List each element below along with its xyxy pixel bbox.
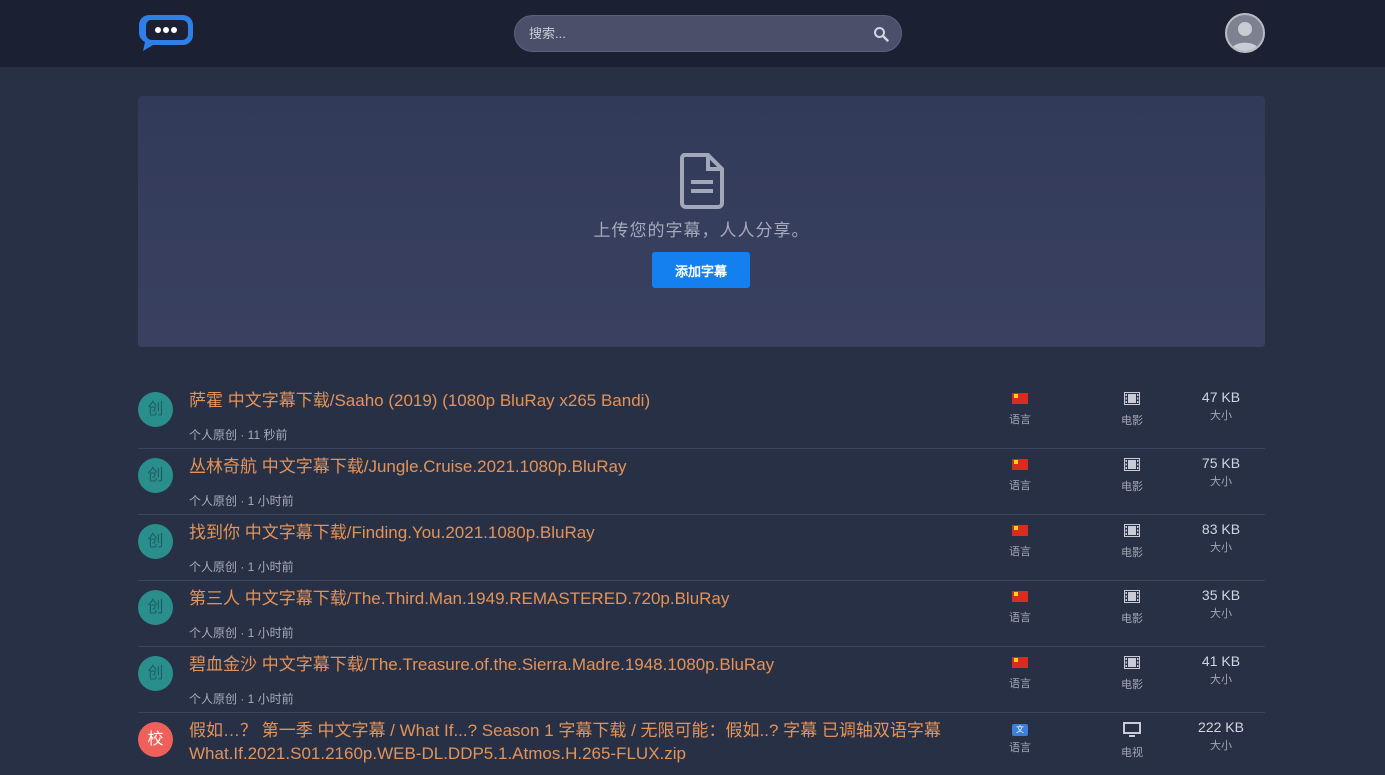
hero-message: 上传您的字幕，人人分享。 bbox=[593, 221, 810, 240]
size-label: 大小 bbox=[1210, 410, 1232, 422]
language-column: 语言 bbox=[1000, 521, 1040, 559]
file-size: 222 KB bbox=[1198, 719, 1244, 735]
file-size: 47 KB bbox=[1201, 389, 1241, 405]
size-column: 35 KB 大小 bbox=[1186, 587, 1256, 621]
type-column: 电影 bbox=[1112, 521, 1152, 560]
file-size: 75 KB bbox=[1201, 455, 1241, 471]
language-label: 语言 bbox=[1009, 678, 1031, 690]
type-label: 电影 bbox=[1121, 613, 1143, 625]
original-badge: 创 bbox=[138, 656, 173, 691]
subtitle-row: 创 碧血金沙 中文字幕下载/The.Treasure.of.the.Sierra… bbox=[138, 647, 1265, 713]
upload-hero-panel: 上传您的字幕，人人分享。 添加字幕 bbox=[138, 96, 1265, 347]
original-badge: 创 bbox=[138, 392, 173, 427]
subtitle-meta: 个人原创 · 11 秒前 bbox=[189, 428, 288, 442]
film-icon bbox=[1124, 524, 1140, 537]
type-label: 电影 bbox=[1121, 547, 1143, 559]
subtitle-title-link[interactable]: 假如…？ 第一季 中文字幕 / What If...? Season 1 字幕下… bbox=[189, 719, 949, 765]
china-flag-icon bbox=[1012, 657, 1028, 668]
language-label: 语言 bbox=[1009, 414, 1031, 426]
subtitle-row: 创 丛林奇航 中文字幕下载/Jungle.Cruise.2021.1080p.B… bbox=[138, 449, 1265, 515]
subtitle-title-link[interactable]: 第三人 中文字幕下载/The.Third.Man.1949.REMASTERED… bbox=[189, 587, 949, 610]
size-label: 大小 bbox=[1210, 740, 1232, 752]
chat-bubble-logo-icon[interactable] bbox=[139, 13, 193, 51]
subtitle-row: 校 假如…？ 第一季 中文字幕 / What If...? Season 1 字… bbox=[138, 713, 1265, 775]
subtitle-title-link[interactable]: 萨霍 中文字幕下载/Saaho (2019) (1080p BluRay x26… bbox=[189, 389, 949, 412]
type-label: 电影 bbox=[1121, 481, 1143, 493]
add-subtitle-button[interactable]: 添加字幕 bbox=[652, 252, 750, 288]
proofread-badge: 校 bbox=[138, 722, 173, 757]
size-column: 222 KB 大小 bbox=[1186, 719, 1256, 753]
size-column: 83 KB 大小 bbox=[1186, 521, 1256, 555]
subtitle-meta: 个人原创 · 1 小时前 bbox=[189, 560, 294, 574]
subtitle-title-link[interactable]: 丛林奇航 中文字幕下载/Jungle.Cruise.2021.1080p.Blu… bbox=[189, 455, 949, 478]
subtitle-row: 创 第三人 中文字幕下载/The.Third.Man.1949.REMASTER… bbox=[138, 581, 1265, 647]
subtitle-row: 创 找到你 中文字幕下载/Finding.You.2021.1080p.BluR… bbox=[138, 515, 1265, 581]
language-label: 语言 bbox=[1009, 742, 1031, 754]
language-column: 语言 bbox=[1000, 587, 1040, 625]
china-flag-icon bbox=[1012, 393, 1028, 404]
language-label: 语言 bbox=[1009, 546, 1031, 558]
type-column: 电视 bbox=[1112, 719, 1152, 760]
size-label: 大小 bbox=[1210, 476, 1232, 488]
top-navbar bbox=[0, 0, 1385, 67]
size-label: 大小 bbox=[1210, 674, 1232, 686]
language-column: 文 语言 bbox=[1000, 719, 1040, 755]
type-label: 电视 bbox=[1121, 747, 1143, 759]
china-flag-icon bbox=[1012, 525, 1028, 536]
original-badge: 创 bbox=[138, 458, 173, 493]
size-column: 75 KB 大小 bbox=[1186, 455, 1256, 489]
film-icon bbox=[1124, 656, 1140, 669]
language-column: 语言 bbox=[1000, 455, 1040, 493]
user-avatar[interactable] bbox=[1225, 13, 1265, 53]
search-input[interactable] bbox=[529, 16, 859, 51]
subtitle-meta: 个人原创 · 1 小时前 bbox=[189, 494, 294, 508]
user-silhouette-icon bbox=[1231, 22, 1259, 51]
subtitle-list: 创 萨霍 中文字幕下载/Saaho (2019) (1080p BluRay x… bbox=[138, 383, 1265, 775]
search-icon[interactable] bbox=[873, 26, 889, 42]
china-flag-icon bbox=[1012, 459, 1028, 470]
language-column: 语言 bbox=[1000, 653, 1040, 691]
type-column: 电影 bbox=[1112, 587, 1152, 626]
search-box bbox=[514, 15, 902, 52]
china-flag-icon bbox=[1012, 591, 1028, 602]
size-label: 大小 bbox=[1210, 542, 1232, 554]
file-size: 83 KB bbox=[1201, 521, 1241, 537]
original-badge: 创 bbox=[138, 524, 173, 559]
subtitle-meta: 个人原创 · 1 小时前 bbox=[189, 626, 294, 640]
type-column: 电影 bbox=[1112, 653, 1152, 692]
document-icon bbox=[680, 153, 724, 209]
language-column: 语言 bbox=[1000, 389, 1040, 427]
original-badge: 创 bbox=[138, 590, 173, 625]
subtitle-meta: 个人原创 · 1 小时前 bbox=[189, 692, 294, 706]
translate-icon: 文 bbox=[1012, 724, 1028, 736]
type-column: 电影 bbox=[1112, 389, 1152, 428]
size-label: 大小 bbox=[1210, 608, 1232, 620]
type-column: 电影 bbox=[1112, 455, 1152, 494]
subtitle-row: 创 萨霍 中文字幕下载/Saaho (2019) (1080p BluRay x… bbox=[138, 383, 1265, 449]
language-label: 语言 bbox=[1009, 612, 1031, 624]
file-size: 41 KB bbox=[1201, 653, 1241, 669]
size-column: 47 KB 大小 bbox=[1186, 389, 1256, 423]
film-icon bbox=[1124, 590, 1140, 603]
film-icon bbox=[1124, 458, 1140, 471]
tv-icon bbox=[1123, 722, 1141, 737]
subtitle-title-link[interactable]: 碧血金沙 中文字幕下载/The.Treasure.of.the.Sierra.M… bbox=[189, 653, 949, 676]
type-label: 电影 bbox=[1121, 415, 1143, 427]
file-size: 35 KB bbox=[1201, 587, 1241, 603]
film-icon bbox=[1124, 392, 1140, 405]
subtitle-title-link[interactable]: 找到你 中文字幕下载/Finding.You.2021.1080p.BluRay bbox=[189, 521, 949, 544]
language-label: 语言 bbox=[1009, 480, 1031, 492]
size-column: 41 KB 大小 bbox=[1186, 653, 1256, 687]
type-label: 电影 bbox=[1121, 679, 1143, 691]
